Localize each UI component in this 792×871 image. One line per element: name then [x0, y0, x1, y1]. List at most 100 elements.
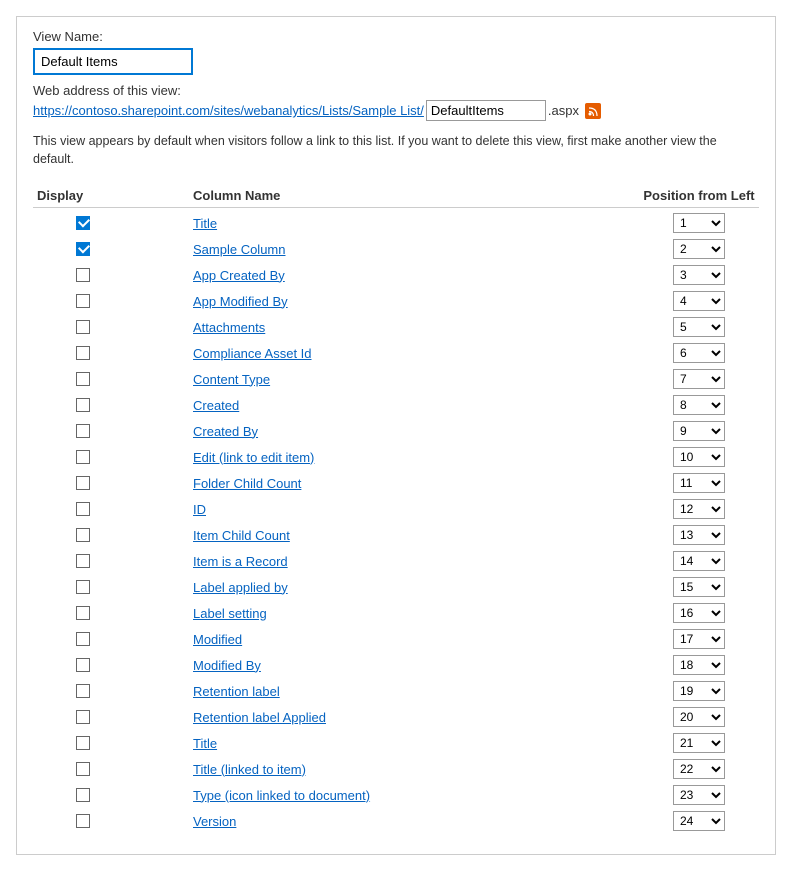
- cell-position: 123456789101112131415161718192021222324: [639, 629, 759, 649]
- column-checkbox[interactable]: [76, 294, 90, 308]
- position-select[interactable]: 123456789101112131415161718192021222324: [673, 525, 725, 545]
- column-checkbox[interactable]: [76, 762, 90, 776]
- position-select[interactable]: 123456789101112131415161718192021222324: [673, 785, 725, 805]
- position-select[interactable]: 123456789101112131415161718192021222324: [673, 499, 725, 519]
- column-name-link[interactable]: App Modified By: [133, 294, 639, 309]
- position-select[interactable]: 123456789101112131415161718192021222324: [673, 291, 725, 311]
- cell-position: 123456789101112131415161718192021222324: [639, 265, 759, 285]
- column-name-link[interactable]: Modified: [133, 632, 639, 647]
- position-select[interactable]: 123456789101112131415161718192021222324: [673, 317, 725, 337]
- column-name-link[interactable]: Item Child Count: [133, 528, 639, 543]
- cell-display: [33, 476, 133, 490]
- column-checkbox[interactable]: [76, 736, 90, 750]
- column-name-link[interactable]: Label setting: [133, 606, 639, 621]
- column-checkbox[interactable]: [76, 658, 90, 672]
- column-name-link[interactable]: Attachments: [133, 320, 639, 335]
- column-checkbox[interactable]: [76, 450, 90, 464]
- column-name-link[interactable]: Title: [133, 736, 639, 751]
- column-checkbox[interactable]: [76, 554, 90, 568]
- position-select[interactable]: 123456789101112131415161718192021222324: [673, 655, 725, 675]
- cell-display: [33, 424, 133, 438]
- column-name-link[interactable]: Retention label: [133, 684, 639, 699]
- column-checkbox[interactable]: [76, 788, 90, 802]
- column-checkbox[interactable]: [76, 346, 90, 360]
- rows-container: Title 12345678910111213141516171819202122…: [33, 210, 759, 834]
- column-name-link[interactable]: Title: [133, 216, 639, 231]
- column-checkbox[interactable]: [76, 320, 90, 334]
- position-select[interactable]: 123456789101112131415161718192021222324: [673, 213, 725, 233]
- table-row: Created By 123456789101112131415161718192…: [33, 418, 759, 444]
- position-select[interactable]: 123456789101112131415161718192021222324: [673, 759, 725, 779]
- column-name-link[interactable]: Label applied by: [133, 580, 639, 595]
- table-row: Edit (link to edit item) 1234567891011121…: [33, 444, 759, 470]
- position-select[interactable]: 123456789101112131415161718192021222324: [673, 603, 725, 623]
- position-select[interactable]: 123456789101112131415161718192021222324: [673, 343, 725, 363]
- column-checkbox[interactable]: [76, 528, 90, 542]
- column-name-link[interactable]: Type (icon linked to document): [133, 788, 639, 803]
- rss-icon[interactable]: [585, 103, 601, 119]
- position-select[interactable]: 123456789101112131415161718192021222324: [673, 473, 725, 493]
- position-select[interactable]: 123456789101112131415161718192021222324: [673, 447, 725, 467]
- column-name-link[interactable]: Sample Column: [133, 242, 639, 257]
- column-checkbox[interactable]: [76, 242, 90, 256]
- cell-display: [33, 320, 133, 334]
- table-row: Label applied by 123456789101112131415161…: [33, 574, 759, 600]
- header-display: Display: [33, 188, 133, 203]
- column-checkbox[interactable]: [76, 268, 90, 282]
- column-name-link[interactable]: Content Type: [133, 372, 639, 387]
- position-select[interactable]: 123456789101112131415161718192021222324: [673, 707, 725, 727]
- position-select[interactable]: 123456789101112131415161718192021222324: [673, 265, 725, 285]
- cell-position: 123456789101112131415161718192021222324: [639, 525, 759, 545]
- position-select[interactable]: 123456789101112131415161718192021222324: [673, 811, 725, 831]
- cell-display: [33, 346, 133, 360]
- column-name-link[interactable]: Modified By: [133, 658, 639, 673]
- cell-display: [33, 606, 133, 620]
- table-row: Item Child Count 123456789101112131415161…: [33, 522, 759, 548]
- view-name-input[interactable]: [33, 48, 193, 75]
- position-select[interactable]: 123456789101112131415161718192021222324: [673, 369, 725, 389]
- table-row: Created 123456789101112131415161718192021…: [33, 392, 759, 418]
- column-checkbox[interactable]: [76, 398, 90, 412]
- position-select[interactable]: 123456789101112131415161718192021222324: [673, 577, 725, 597]
- column-checkbox[interactable]: [76, 502, 90, 516]
- cell-display: [33, 502, 133, 516]
- column-name-link[interactable]: Created: [133, 398, 639, 413]
- cell-display: [33, 450, 133, 464]
- cell-display: [33, 632, 133, 646]
- column-name-link[interactable]: App Created By: [133, 268, 639, 283]
- column-checkbox[interactable]: [76, 424, 90, 438]
- column-checkbox[interactable]: [76, 814, 90, 828]
- column-name-link[interactable]: Compliance Asset Id: [133, 346, 639, 361]
- column-name-link[interactable]: Edit (link to edit item): [133, 450, 639, 465]
- column-checkbox[interactable]: [76, 632, 90, 646]
- column-name-link[interactable]: Created By: [133, 424, 639, 439]
- column-name-link[interactable]: Title (linked to item): [133, 762, 639, 777]
- header-column-name: Column Name: [133, 188, 639, 203]
- column-checkbox[interactable]: [76, 606, 90, 620]
- column-name-link[interactable]: Version: [133, 814, 639, 829]
- position-select[interactable]: 123456789101112131415161718192021222324: [673, 395, 725, 415]
- cell-display: [33, 710, 133, 724]
- column-checkbox[interactable]: [76, 372, 90, 386]
- column-name-link[interactable]: Retention label Applied: [133, 710, 639, 725]
- table-row: Item is a Record 123456789101112131415161…: [33, 548, 759, 574]
- cell-position: 123456789101112131415161718192021222324: [639, 239, 759, 259]
- position-select[interactable]: 123456789101112131415161718192021222324: [673, 733, 725, 753]
- cell-position: 123456789101112131415161718192021222324: [639, 733, 759, 753]
- position-select[interactable]: 123456789101112131415161718192021222324: [673, 551, 725, 571]
- column-checkbox[interactable]: [76, 580, 90, 594]
- web-address-editable-input[interactable]: [426, 100, 546, 121]
- position-select[interactable]: 123456789101112131415161718192021222324: [673, 629, 725, 649]
- column-name-link[interactable]: Folder Child Count: [133, 476, 639, 491]
- column-name-link[interactable]: ID: [133, 502, 639, 517]
- column-checkbox[interactable]: [76, 216, 90, 230]
- position-select[interactable]: 123456789101112131415161718192021222324: [673, 681, 725, 701]
- column-checkbox[interactable]: [76, 684, 90, 698]
- cell-display: [33, 294, 133, 308]
- position-select[interactable]: 123456789101112131415161718192021222324: [673, 421, 725, 441]
- column-checkbox[interactable]: [76, 710, 90, 724]
- column-checkbox[interactable]: [76, 476, 90, 490]
- position-select[interactable]: 123456789101112131415161718192021222324: [673, 239, 725, 259]
- column-name-link[interactable]: Item is a Record: [133, 554, 639, 569]
- cell-display: [33, 814, 133, 828]
